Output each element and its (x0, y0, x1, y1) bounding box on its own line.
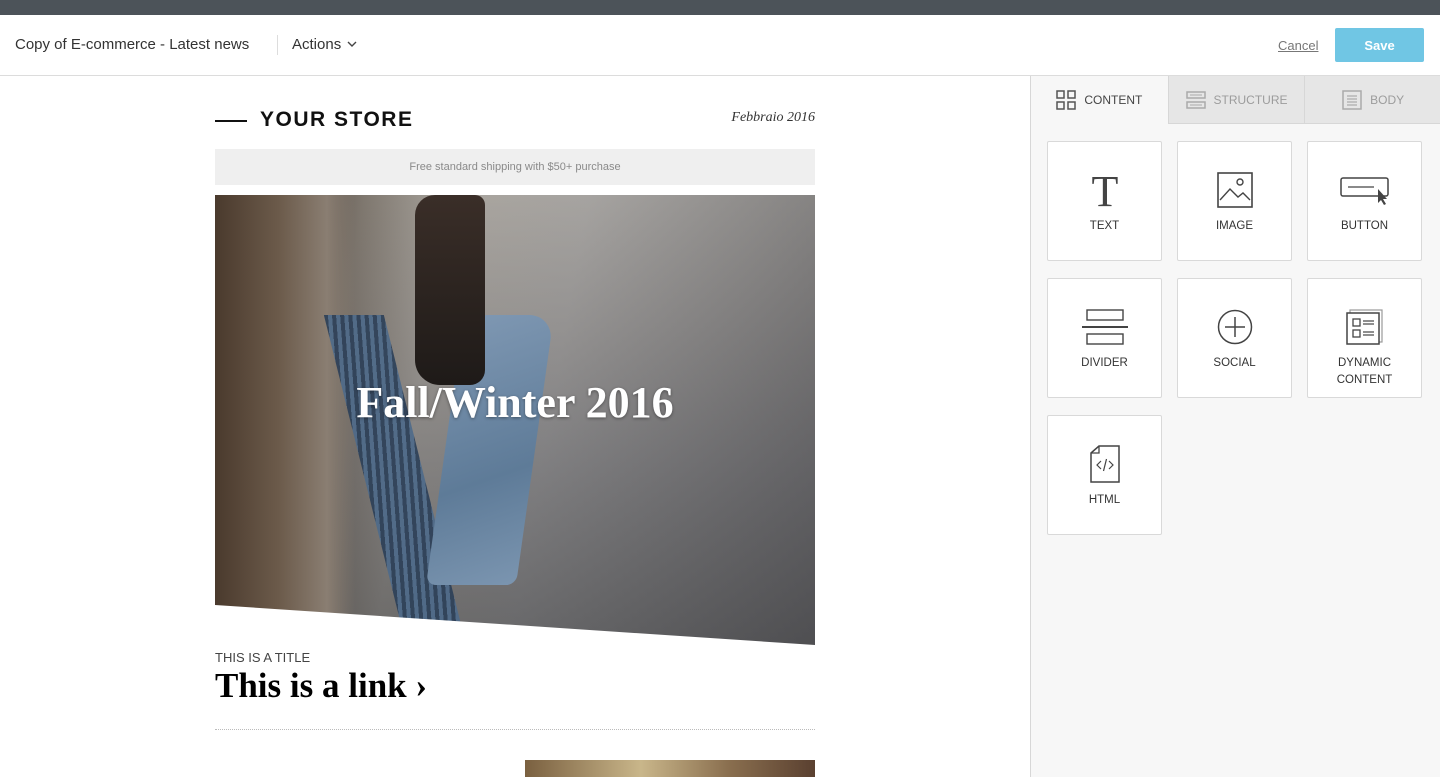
tile-image[interactable]: IMAGE (1177, 141, 1292, 261)
divider-icon (1081, 307, 1128, 347)
tab-body[interactable]: BODY (1304, 76, 1440, 124)
svg-text:T: T (1091, 170, 1118, 210)
section-link[interactable]: This is a link › (215, 666, 427, 706)
section-kicker[interactable]: THIS IS A TITLE (215, 650, 310, 665)
rows-icon (1185, 90, 1206, 109)
tile-dynamic-content[interactable]: DYNAMIC CONTENT (1307, 278, 1422, 398)
tab-content[interactable]: CONTENT (1031, 76, 1168, 124)
store-dash (215, 120, 247, 122)
section-divider (215, 729, 815, 730)
actions-label: Actions (292, 36, 342, 53)
header-separator (277, 35, 278, 55)
store-name[interactable]: YOUR STORE (260, 108, 413, 132)
next-image[interactable] (525, 760, 815, 777)
tab-structure-label: STRUCTURE (1213, 92, 1288, 107)
document-title: Copy of E-commerce - Latest news (15, 36, 250, 53)
hero-image[interactable]: Fall/Winter 2016 (215, 195, 815, 645)
hero-slanted-edge (215, 605, 815, 645)
save-button[interactable]: Save (1335, 28, 1424, 62)
chevron-down-icon (347, 41, 357, 47)
image-icon (1216, 170, 1253, 210)
grid-icon (1056, 89, 1077, 110)
shipping-banner[interactable]: Free standard shipping with $50+ purchas… (215, 149, 815, 185)
tile-social[interactable]: SOCIAL (1177, 278, 1292, 398)
tile-image-label: IMAGE (1215, 220, 1254, 232)
side-panel: CONTENT STRUCTURE BODY T TEXT IMAGE BUTT… (1030, 76, 1440, 777)
tile-text[interactable]: T TEXT (1047, 141, 1162, 261)
document-icon (1342, 89, 1362, 110)
tile-html-label: HTML (1088, 494, 1121, 506)
editor-header: Copy of E-commerce - Latest news Actions… (0, 15, 1440, 76)
dynamic-content-icon (1345, 307, 1384, 347)
tile-button[interactable]: BUTTON (1307, 141, 1422, 261)
text-icon: T (1088, 170, 1122, 210)
tab-content-label: CONTENT (1084, 92, 1143, 107)
tab-structure[interactable]: STRUCTURE (1167, 76, 1305, 124)
button-icon (1339, 170, 1390, 210)
html-file-icon (1089, 444, 1121, 484)
email-canvas: YOUR STORE Febbraio 2016 Free standard s… (0, 76, 1030, 777)
tile-divider[interactable]: DIVIDER (1047, 278, 1162, 398)
tile-divider-label: DIVIDER (1081, 357, 1128, 369)
cancel-link[interactable]: Cancel (1278, 38, 1318, 53)
actions-dropdown[interactable]: Actions (292, 36, 357, 53)
tab-body-label: BODY (1370, 92, 1405, 107)
tile-dynamic-content-label: DYNAMIC CONTENT (1336, 357, 1393, 386)
tile-social-label: SOCIAL (1213, 357, 1256, 369)
shipping-banner-text: Free standard shipping with $50+ purchas… (409, 161, 621, 173)
tile-button-label: BUTTON (1340, 220, 1389, 232)
tile-text-label: TEXT (1089, 220, 1120, 232)
issue-date[interactable]: Febbraio 2016 (731, 110, 815, 126)
panel-tabs: CONTENT STRUCTURE BODY (1031, 76, 1440, 124)
tile-html[interactable]: HTML (1047, 415, 1162, 535)
top-strip (0, 0, 1440, 15)
social-plus-icon (1217, 307, 1253, 347)
